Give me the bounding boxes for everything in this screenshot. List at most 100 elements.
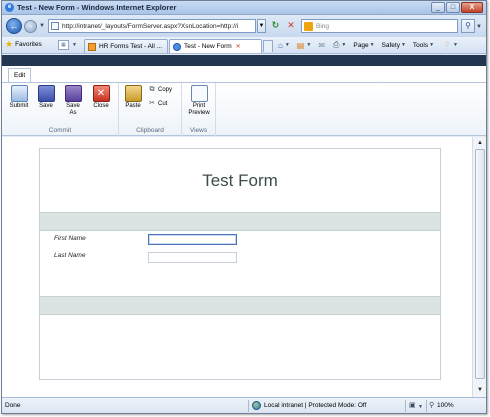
save-label: Save [39,103,53,109]
refresh-icon[interactable]: ↻ [269,19,282,33]
submit-label: Submit [9,103,29,109]
chevron-down-icon: ▼ [284,42,290,48]
submit-icon [10,85,28,102]
minimize-button[interactable]: _ [431,2,445,13]
browser-window: e Test - New Form - Windows Internet Exp… [1,0,487,414]
form-section-footer [40,296,440,315]
status-divider [248,400,249,412]
address-dropdown-icon[interactable]: ▼ [257,19,266,33]
tab-list-dropdown-icon[interactable]: ▼ [72,42,77,48]
bing-logo-icon [304,22,313,31]
save-button[interactable]: Save [34,85,58,110]
feeds-button[interactable]: ▤ ▼ [297,41,312,50]
close-window-button[interactable]: X [461,2,483,13]
window-title: Test - New Form - Windows Internet Explo… [17,3,177,12]
chevron-down-icon[interactable]: ▼ [418,404,423,410]
command-bar: ★ Favorites ▦ ▼ HR Forms Test - All ... … [2,37,486,54]
ribbon-group-views: Print Preview Views [182,83,216,136]
ribbon-group-label: Views [189,127,208,134]
ribbon-group-commit: Submit Save Save As ✕ Close Commit [2,83,119,136]
safety-menu-label: Safety [381,41,400,49]
first-name-field[interactable] [148,234,237,245]
address-bar[interactable]: http://intranet/_layouts/FormServer.aspx… [48,19,256,33]
security-zone[interactable]: Local intranet | Protected Mode: Off [252,401,366,410]
mail-button[interactable]: ✉ [318,41,326,50]
tab-label: Test - New Form [184,43,232,50]
copy-icon: ⧉ [149,86,155,93]
chevron-down-icon: ▼ [453,42,458,48]
zoom-level[interactable]: 100% [437,402,454,409]
save-as-button[interactable]: Save As [61,85,85,117]
home-button[interactable]: ⌂ ▼ [278,41,290,50]
paste-icon [124,85,142,102]
print-preview-label: Print Preview [188,103,210,116]
history-dropdown-icon[interactable]: ▼ [39,23,45,29]
scissors-icon: ✂ [149,100,155,107]
search-box[interactable]: Bing [301,19,458,33]
tools-menu[interactable]: Tools ▼ [413,42,434,49]
page-content: Test Form First Name Last Name [2,137,472,397]
status-text: Done [5,402,21,409]
copy-button[interactable]: ⧉ Copy [148,86,173,94]
toolbar-commands: ⌂ ▼ ▤ ▼ ✉ ⎙ ▼ Page ▼ Safety ▼ Tools ▼ ❔ ▼ [278,40,465,50]
lock-icon[interactable]: ▣ [409,401,416,409]
paste-label: Paste [125,103,141,109]
scroll-thumb[interactable] [475,149,485,379]
print-button[interactable]: ⎙ ▼ [333,40,346,50]
zoom-icon[interactable]: ⚲ [429,401,434,409]
cut-button[interactable]: ✂ Cut [148,100,167,108]
help-icon: ❔ [441,40,452,50]
search-options-dropdown-icon[interactable]: ▼ [476,24,482,30]
title-bar: e Test - New Form - Windows Internet Exp… [2,1,486,15]
close-button[interactable]: ✕ Close [89,85,113,110]
ribbon-group-label: Commit [48,127,72,134]
tab-label: HR Forms Test - All ... [99,43,163,50]
ribbon-group-label: Clipboard [136,127,164,134]
status-bar: Done Local intranet | Protected Mode: Of… [2,397,486,413]
scroll-down-icon[interactable]: ▼ [475,386,485,395]
address-url[interactable]: http://intranet/_layouts/FormServer.aspx… [62,23,254,30]
forward-button[interactable]: → [24,20,37,33]
tab-test-new-form[interactable]: Test - New Form ✕ [169,39,262,53]
scroll-up-icon[interactable]: ▲ [475,139,485,148]
new-tab-button[interactable] [263,40,273,52]
search-input[interactable]: Bing [316,23,329,30]
chevron-down-icon: ▼ [341,42,347,48]
favorites-button[interactable]: ★ Favorites [5,40,42,49]
paste-button[interactable]: Paste [121,85,145,110]
close-icon: ✕ [92,85,110,102]
home-icon: ⌂ [278,40,283,50]
ribbon: Submit Save Save As ✕ Close Commit Paste [2,82,486,136]
form-canvas: Test Form First Name Last Name [39,148,441,380]
last-name-field[interactable] [148,252,237,263]
page-menu[interactable]: Page ▼ [353,42,374,49]
submit-button[interactable]: Submit [7,85,31,110]
vertical-scrollbar[interactable]: ▲ ▼ [472,137,486,397]
chevron-down-icon: ▼ [306,42,312,48]
close-tab-icon[interactable]: ✕ [236,43,241,50]
maximize-button[interactable]: □ [446,2,460,13]
tab-hr-forms[interactable]: HR Forms Test - All ... [84,39,168,53]
save-as-icon [64,85,82,102]
globe-icon [252,401,261,410]
sharepoint-icon [88,42,96,51]
page-menu-label: Page [353,41,369,49]
ribbon-group-clipboard: Paste ⧉ Copy ✂ Cut Clipboard [119,83,182,136]
chevron-down-icon: ▼ [429,42,435,48]
favorites-label: Favorites [15,41,42,48]
stop-icon[interactable]: ✕ [285,19,297,33]
save-icon [37,85,55,102]
help-button[interactable]: ❔ ▼ [441,41,458,50]
window-controls: _ □ X [430,2,483,13]
tab-edit[interactable]: Edit [8,68,32,82]
safety-menu[interactable]: Safety ▼ [382,42,406,49]
back-button[interactable]: ← [6,18,22,34]
print-preview-button[interactable]: Print Preview [187,85,211,117]
print-preview-icon [190,85,208,102]
star-icon: ★ [5,39,14,49]
search-icon[interactable]: ⚲ [461,19,475,33]
first-name-label: First Name [54,235,86,242]
cut-label: Cut [158,101,168,107]
quick-tabs-icon[interactable]: ▦ [58,40,69,50]
last-name-label: Last Name [54,252,86,259]
